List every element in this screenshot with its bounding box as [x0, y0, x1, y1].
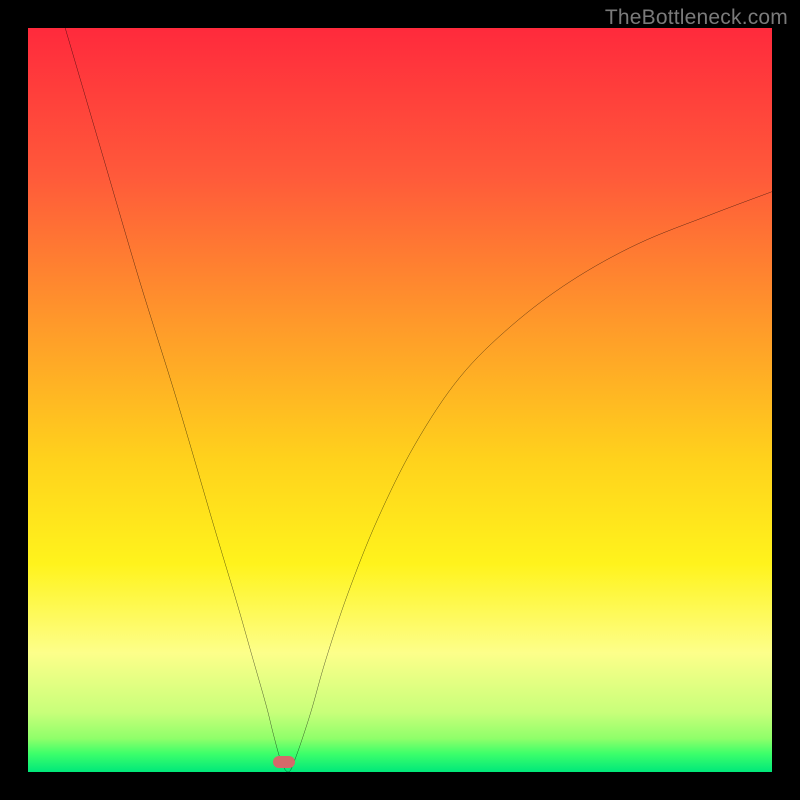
chart-frame: TheBottleneck.com: [0, 0, 800, 800]
watermark-text: TheBottleneck.com: [605, 6, 788, 30]
background-gradient: [28, 28, 772, 772]
optimum-marker: [273, 756, 295, 768]
plot-area: [28, 28, 772, 772]
